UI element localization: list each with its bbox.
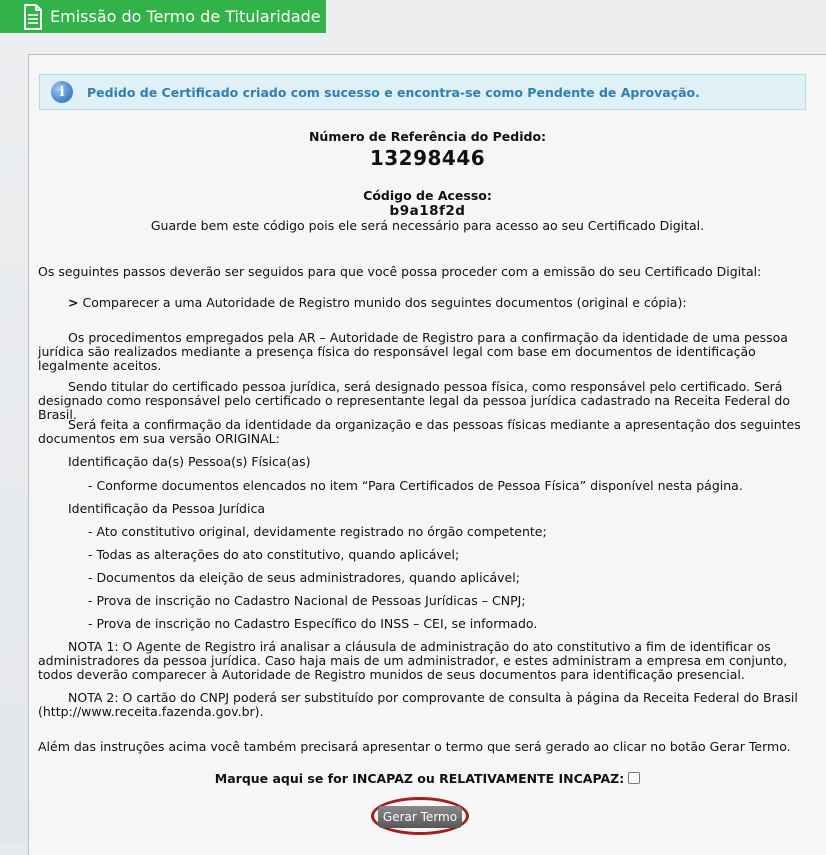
alert-message: Pedido de Certificado criado com sucesso… — [87, 84, 700, 100]
step-item: > Comparecer a uma Autoridade de Registro… — [68, 296, 687, 310]
pessoa-fisica-heading: Identificação da(s) Pessoa(s) Física(as) — [68, 454, 311, 469]
list-item: - Ato constitutivo original, devidamente… — [88, 524, 547, 539]
page-title: Emissão do Termo de Titularidade — [50, 7, 321, 26]
page-header: Emissão do Termo de Titularidade — [0, 0, 326, 33]
reference-label: Número de Referência do Pedido: — [308, 129, 547, 144]
paragraph-procedures: Os procedimentos empregados pela AR – Au… — [38, 330, 788, 373]
info-icon: i — [51, 81, 73, 103]
instructions-intro: Os seguintes passos deverão ser seguidos… — [38, 264, 762, 279]
access-code-label: Código de Acesso: — [363, 188, 492, 203]
final-instructions: Além das instruções acima você também pr… — [38, 739, 791, 754]
incapaz-label: Marque aqui se for INCAPAZ ou RELATIVAME… — [214, 771, 625, 786]
reference-number: 13298446 — [369, 146, 486, 170]
step-text: Comparecer a uma Autoridade de Registro … — [82, 295, 687, 310]
list-item: - Conforme documentos elencados no item … — [88, 478, 743, 493]
incapaz-checkbox[interactable] — [628, 772, 641, 784]
paragraph-confirmation: Será feita a confirmação da identidade d… — [38, 417, 801, 446]
nota-2: NOTA 2: O cartão do CNPJ poderá ser subs… — [38, 690, 798, 719]
list-item: - Prova de inscrição no Cadastro Naciona… — [88, 593, 526, 608]
list-item: - Documentos da eleição de seus administ… — [88, 570, 520, 585]
paragraph-titular: Sendo titular do certificado pessoa jurí… — [38, 379, 790, 422]
document-icon — [22, 3, 44, 31]
list-item: - Todas as alterações do ato constitutiv… — [88, 547, 460, 562]
access-code-note: Guarde bem este código pois ele será nec… — [150, 218, 705, 233]
list-item: - Prova de inscrição no Cadastro Específ… — [88, 616, 538, 631]
incapaz-row: Marque aqui se for INCAPAZ ou RELATIVAME… — [29, 771, 826, 786]
main-panel: i Pedido de Certificado criado com suces… — [28, 54, 826, 855]
access-code: b9a18f2d — [389, 203, 466, 219]
step-arrow: > — [68, 295, 79, 310]
success-alert: i Pedido de Certificado criado com suces… — [39, 74, 806, 110]
nota-1: NOTA 1: O Agente de Registro irá analisa… — [38, 639, 788, 682]
gerar-termo-button[interactable]: Gerar Termo — [378, 806, 462, 828]
pessoa-juridica-heading: Identificação da Pessoa Jurídica — [68, 501, 265, 516]
